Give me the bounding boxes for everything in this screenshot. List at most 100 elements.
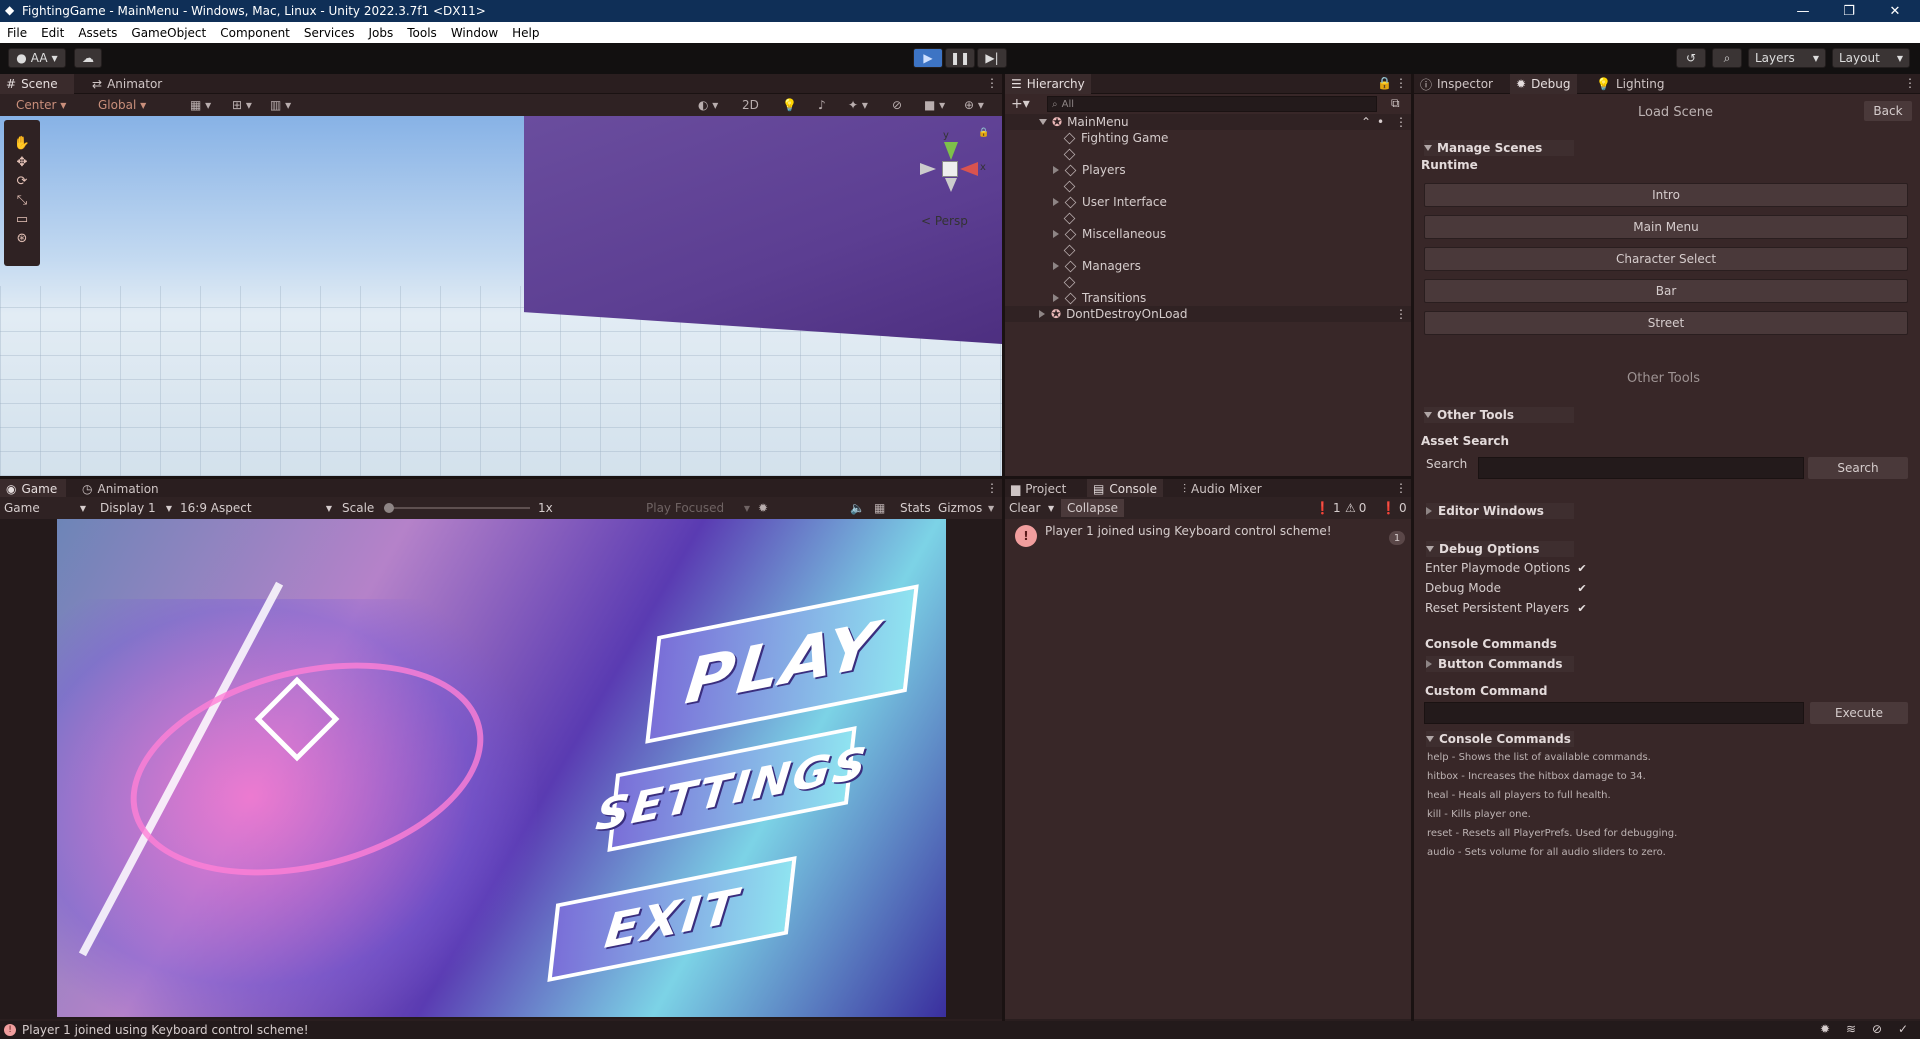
- menu-file[interactable]: File: [0, 26, 34, 40]
- stats-button[interactable]: Stats: [900, 499, 931, 517]
- menu-gameobject[interactable]: GameObject: [124, 26, 213, 40]
- hierarchy-item[interactable]: [1063, 242, 1081, 258]
- hierarchy-item[interactable]: [1063, 146, 1081, 162]
- camera-icon[interactable]: ■ ▾: [924, 96, 945, 114]
- settings-menu-button[interactable]: SETTINGS: [593, 725, 871, 853]
- tab-project[interactable]: ▆ Project: [1005, 479, 1072, 499]
- aspect-dropdown[interactable]: 16:9 Aspect ▼: [180, 499, 332, 517]
- neg-x-cone[interactable]: [920, 163, 936, 175]
- expand-arrow-icon[interactable]: [1039, 119, 1047, 125]
- account-dropdown[interactable]: ● AA ▼: [8, 48, 66, 68]
- move-tool-icon[interactable]: ✥: [17, 155, 28, 170]
- tab-animation[interactable]: ◷ Animation: [76, 479, 165, 499]
- tab-audio-mixer[interactable]: ⫶ Audio Mixer: [1177, 479, 1268, 499]
- manage-scenes-foldout[interactable]: Manage Scenes: [1424, 140, 1574, 156]
- mode-2d-button[interactable]: 2D: [742, 96, 759, 114]
- tab-console[interactable]: ▤ Console: [1087, 479, 1163, 499]
- option-debug-mode-checkbox[interactable]: ✔: [1576, 582, 1588, 595]
- menu-window[interactable]: Window: [444, 26, 505, 40]
- undo-history-button[interactable]: ↺: [1676, 48, 1706, 68]
- menu-assets[interactable]: Assets: [71, 26, 124, 40]
- hierarchy-item[interactable]: [1063, 178, 1081, 194]
- hierarchy-item[interactable]: Fighting Game: [1063, 130, 1168, 146]
- filter-icon[interactable]: ⧉: [1391, 96, 1400, 111]
- expand-arrow-icon[interactable]: [1053, 230, 1059, 238]
- expand-arrow-icon[interactable]: [1053, 262, 1059, 270]
- lock-icon[interactable]: 🔒: [978, 128, 989, 138]
- more-options-icon[interactable]: ⋮: [1395, 481, 1407, 495]
- more-options-icon[interactable]: ⋮: [1395, 307, 1407, 321]
- gizmos-icon[interactable]: ⊕ ▾: [964, 96, 984, 114]
- menu-help[interactable]: Help: [505, 26, 546, 40]
- hierarchy-item[interactable]: [1063, 210, 1081, 226]
- scene-gizmo[interactable]: y x 🔒: [918, 128, 989, 196]
- collapse-toggle[interactable]: Collapse: [1061, 499, 1124, 517]
- transform-tool-icon[interactable]: ⊛: [17, 231, 28, 246]
- step-button[interactable]: ▶|: [977, 48, 1007, 68]
- divider-horizontal[interactable]: [0, 476, 1411, 479]
- lock-icon[interactable]: 🔒: [1377, 76, 1392, 90]
- menu-edit[interactable]: Edit: [34, 26, 71, 40]
- layers-dropdown[interactable]: Layers ▼: [1748, 48, 1826, 68]
- expand-arrow-icon[interactable]: [1053, 166, 1059, 174]
- space-dropdown[interactable]: Global ▼: [98, 96, 146, 114]
- add-gameobject-icon[interactable]: +▾: [1011, 96, 1030, 112]
- expand-arrow-icon[interactable]: [1053, 294, 1059, 302]
- back-button[interactable]: Back: [1864, 101, 1912, 121]
- button-commands-foldout[interactable]: Button Commands: [1426, 656, 1574, 672]
- y-axis-cone[interactable]: [944, 142, 958, 160]
- warning-count-toggle[interactable]: ⚠ 0: [1345, 499, 1366, 517]
- scale-tool-icon[interactable]: ⤡: [17, 193, 27, 208]
- expand-arrow-icon[interactable]: [1053, 198, 1059, 206]
- tab-game[interactable]: ◉ Game: [0, 479, 66, 499]
- maximize-button[interactable]: ❐: [1826, 0, 1872, 22]
- option-enter-playmode-checkbox[interactable]: ✔: [1576, 562, 1588, 575]
- more-options-icon[interactable]: ⋮: [1904, 76, 1916, 90]
- chevron-up-icon[interactable]: ⌃: [1361, 115, 1371, 129]
- scale-slider-handle[interactable]: [384, 503, 394, 513]
- gizmo-center-cube[interactable]: [942, 161, 958, 177]
- cloud-button[interactable]: ☁: [74, 48, 102, 68]
- divider-vertical-right[interactable]: [1411, 74, 1414, 1021]
- info-count-toggle[interactable]: ❗ 0: [1381, 499, 1407, 517]
- rect-tool-icon[interactable]: ▭: [16, 212, 28, 227]
- gizmos-button[interactable]: Gizmos: [938, 499, 982, 517]
- layers-stack-icon[interactable]: ≋: [1846, 1022, 1856, 1036]
- console-log-entry[interactable]: ! Player 1 joined using Keyboard control…: [1005, 521, 1411, 549]
- bug-icon[interactable]: ✹: [758, 499, 768, 517]
- execute-button[interactable]: Execute: [1810, 702, 1908, 724]
- custom-command-input[interactable]: [1424, 702, 1804, 724]
- effects-icon[interactable]: ✦ ▾: [848, 96, 868, 114]
- menu-jobs[interactable]: Jobs: [362, 26, 401, 40]
- scene-button-intro[interactable]: Intro: [1424, 183, 1908, 207]
- shading-mode-icon[interactable]: ◐ ▾: [698, 96, 718, 114]
- more-options-icon[interactable]: ⋮: [986, 481, 998, 495]
- chevron-down-icon[interactable]: ▼: [988, 499, 994, 517]
- x-axis-cone[interactable]: [960, 162, 978, 176]
- hidden-objects-icon[interactable]: ⊘: [892, 96, 902, 114]
- more-options-icon[interactable]: ⋮: [1395, 115, 1407, 129]
- hand-tool-icon[interactable]: ✋: [14, 136, 30, 151]
- menu-services[interactable]: Services: [297, 26, 362, 40]
- search-button[interactable]: ⌕: [1712, 48, 1742, 68]
- asset-search-button[interactable]: Search: [1808, 457, 1908, 479]
- hierarchy-item[interactable]: [1063, 274, 1081, 290]
- check-circle-icon[interactable]: ✓: [1898, 1022, 1908, 1036]
- tab-scene[interactable]: # Scene: [0, 74, 74, 94]
- tab-hierarchy[interactable]: ☰ Hierarchy: [1005, 74, 1091, 94]
- hierarchy-item[interactable]: Miscellaneous: [1053, 226, 1166, 242]
- scene-button-character-select[interactable]: Character Select: [1424, 247, 1908, 271]
- play-button[interactable]: ▶: [913, 48, 943, 68]
- close-button[interactable]: ✕: [1872, 0, 1918, 22]
- divider-vertical-left[interactable]: [1002, 74, 1005, 1021]
- scene-button-main-menu[interactable]: Main Menu: [1424, 215, 1908, 239]
- hierarchy-dontdestroy-row[interactable]: ✪ DontDestroyOnLoad ⋮: [1005, 306, 1411, 322]
- pin-icon[interactable]: •: [1377, 115, 1384, 129]
- pause-button[interactable]: ❚❚: [945, 48, 975, 68]
- display-dropdown[interactable]: Display 1 ▼: [100, 499, 172, 517]
- scene-button-bar[interactable]: Bar: [1424, 279, 1908, 303]
- console-commands-foldout[interactable]: Console Commands: [1426, 731, 1574, 747]
- game-view-dropdown[interactable]: Game ▼: [4, 499, 86, 517]
- more-options-icon[interactable]: ⋮: [1395, 76, 1407, 90]
- hierarchy-item[interactable]: Managers: [1053, 258, 1141, 274]
